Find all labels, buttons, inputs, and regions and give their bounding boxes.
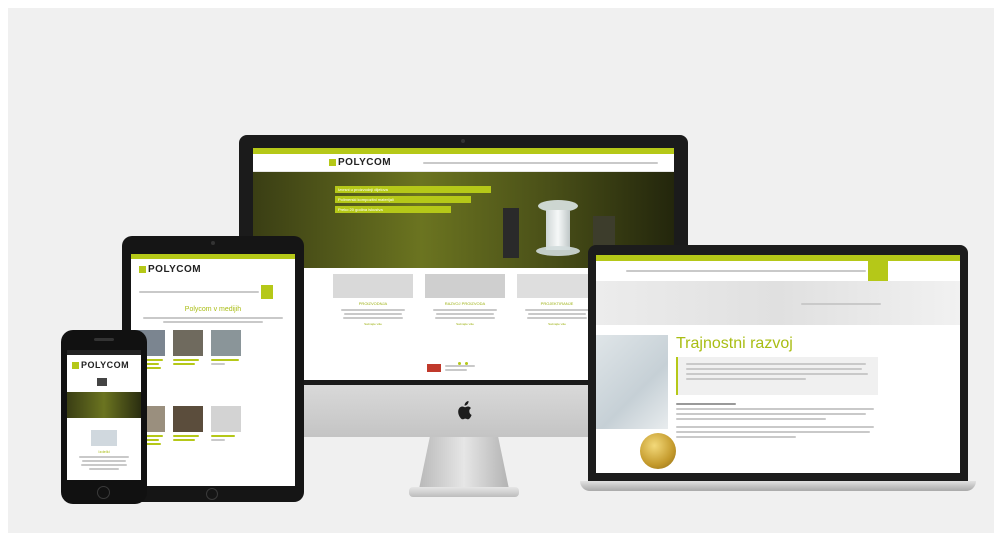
logo[interactable]: POLYCOM xyxy=(139,264,201,275)
header-banner xyxy=(596,281,960,325)
breadcrumb[interactable] xyxy=(801,303,881,305)
footer-logo xyxy=(427,364,441,372)
camera-icon xyxy=(461,139,465,143)
product-image xyxy=(528,200,588,260)
award-badge xyxy=(640,433,676,469)
news-item[interactable] xyxy=(173,406,203,441)
home-button-icon[interactable] xyxy=(206,488,218,500)
background-panel: POLYCOM Izvrsni u proizvodnji dijelova P… xyxy=(8,8,994,533)
card-title: RAZVOJ PROIZVODA xyxy=(444,301,486,306)
logo-text: POLYCOM xyxy=(338,157,392,168)
body-text xyxy=(676,403,876,438)
status-bar xyxy=(67,350,141,355)
product-image xyxy=(503,208,519,258)
top-bar xyxy=(131,254,295,259)
nav-active-item[interactable] xyxy=(868,261,888,281)
laptop-base xyxy=(580,481,976,491)
tablet-screen: POLYCOM Polycom v medijih xyxy=(131,254,295,486)
news-item[interactable] xyxy=(173,330,203,365)
section-title: Izdelki xyxy=(98,449,110,454)
hero-bullet: Polimerski kompozitni materijali xyxy=(335,196,471,203)
phone-screen: POLYCOM Izdelki xyxy=(67,350,141,480)
logo[interactable]: POLYCOM xyxy=(329,157,391,168)
section-text xyxy=(79,456,129,470)
logo[interactable]: POLYCOM xyxy=(72,360,129,370)
phone: POLYCOM Izdelki xyxy=(61,330,147,504)
feature-card[interactable]: RAZVOJ PROIZVODA Saznajte više xyxy=(425,274,505,326)
menu-icon[interactable] xyxy=(97,378,107,386)
apple-logo-icon xyxy=(458,401,472,420)
logo-text: POLYCOM xyxy=(81,360,130,370)
hero-banner xyxy=(67,392,141,418)
earpiece xyxy=(94,338,114,341)
card-button[interactable]: Saznajte više xyxy=(333,322,413,326)
laptop: Trajnostni razvoj xyxy=(580,245,976,495)
hero-bullet: Preko 20 godina iskustva xyxy=(335,206,451,213)
imac-stand xyxy=(419,437,509,489)
footer-text xyxy=(445,365,475,371)
page-title: Trajnostni razvoj xyxy=(676,335,793,352)
news-item[interactable] xyxy=(211,330,241,365)
header: POLYCOM xyxy=(253,154,674,172)
feature-card[interactable]: PROIZVODNJA Saznajte više xyxy=(333,274,413,326)
camera-icon xyxy=(211,241,215,245)
card-button[interactable]: Saznajte više xyxy=(425,322,505,326)
nav-menu[interactable] xyxy=(596,261,960,281)
tablet: POLYCOM Polycom v medijih xyxy=(122,236,304,502)
nav-menu[interactable] xyxy=(139,285,289,299)
intro-block xyxy=(676,357,878,395)
section-title: Polycom v medijih xyxy=(184,306,242,313)
home-button-icon[interactable] xyxy=(97,486,110,499)
carousel-dots[interactable] xyxy=(458,352,470,365)
nav-active-item[interactable] xyxy=(261,285,273,299)
nav-menu[interactable] xyxy=(423,162,658,164)
card-title: PROIZVODNJA xyxy=(358,301,388,306)
product-image xyxy=(91,430,117,446)
logo-text: POLYCOM xyxy=(148,264,202,275)
feature-cards: PROIZVODNJA Saznajte više RAZVOJ PROIZVO… xyxy=(333,274,598,344)
map-image xyxy=(596,335,668,429)
news-item[interactable] xyxy=(211,406,241,441)
hero-bullet: Izvrsni u proizvodnji dijelova xyxy=(335,186,491,193)
laptop-screen: Trajnostni razvoj xyxy=(596,255,960,473)
hero-bullet-list: Izvrsni u proizvodnji dijelova Polimersk… xyxy=(335,186,491,213)
imac-base xyxy=(409,487,519,497)
section-intro xyxy=(143,317,283,323)
